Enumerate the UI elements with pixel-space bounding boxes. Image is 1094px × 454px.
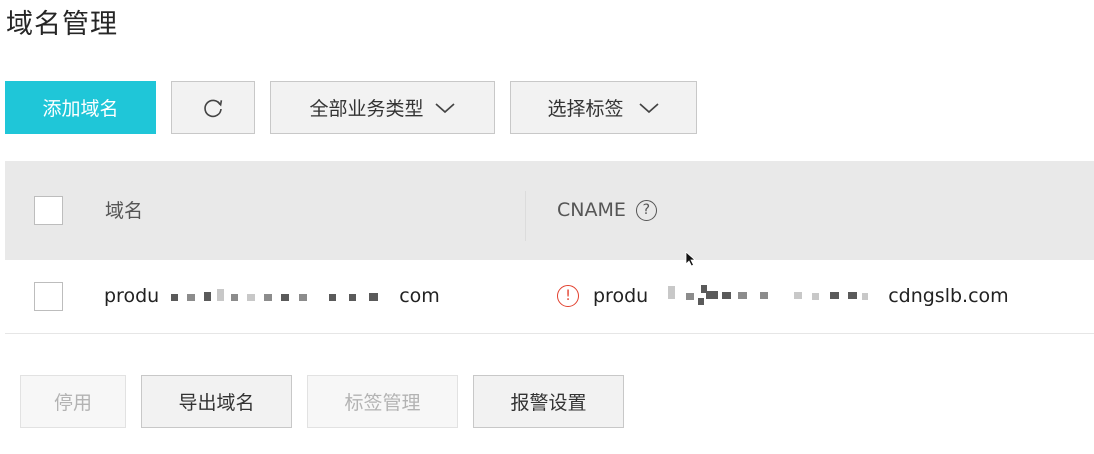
disable-button[interactable]: 停用 — [20, 375, 126, 428]
refresh-button[interactable] — [171, 81, 255, 134]
cname-prefix: produ — [593, 285, 649, 307]
alert-settings-label: 报警设置 — [510, 392, 587, 414]
chevron-down-icon — [434, 101, 456, 115]
tag-manage-button[interactable]: 标签管理 — [307, 375, 458, 428]
cname-cell: ! produ cdngslb.com — [557, 285, 1009, 307]
refresh-icon — [201, 96, 225, 120]
disable-label: 停用 — [53, 392, 92, 414]
column-divider — [525, 191, 526, 241]
select-tag-dropdown[interactable]: 选择标签 — [510, 81, 697, 134]
warning-icon[interactable]: ! — [557, 285, 579, 307]
table-header — [5, 161, 1094, 260]
alert-settings-button[interactable]: 报警设置 — [473, 375, 624, 428]
domain-prefix: produ — [104, 285, 160, 307]
domain-suffix: com — [399, 285, 440, 307]
export-domain-label: 导出域名 — [178, 392, 255, 414]
tag-manage-label: 标签管理 — [344, 392, 421, 414]
cname-header-label: CNAME — [557, 199, 626, 221]
add-domain-label: 添加域名 — [42, 98, 119, 120]
business-type-dropdown[interactable]: 全部业务类型 — [270, 81, 495, 134]
column-header-domain: 域名 — [105, 200, 144, 222]
add-domain-button[interactable]: 添加域名 — [5, 81, 156, 134]
page-title: 域名管理 — [6, 9, 118, 40]
business-type-label: 全部业务类型 — [309, 98, 424, 120]
chevron-down-icon — [638, 101, 660, 115]
redacted-mask — [159, 287, 399, 307]
export-domain-button[interactable]: 导出域名 — [141, 375, 292, 428]
select-tag-label: 选择标签 — [547, 98, 624, 120]
row-checkbox[interactable] — [34, 282, 63, 311]
select-all-checkbox[interactable] — [34, 196, 63, 225]
mouse-cursor-icon — [685, 251, 697, 271]
column-header-cname: CNAME ? — [557, 199, 657, 221]
help-icon[interactable]: ? — [635, 199, 657, 221]
cname-suffix: cdngslb.com — [888, 285, 1009, 307]
row-divider — [5, 333, 1094, 334]
redacted-mask — [648, 285, 870, 307]
domain-cell[interactable]: produ com — [104, 285, 440, 307]
